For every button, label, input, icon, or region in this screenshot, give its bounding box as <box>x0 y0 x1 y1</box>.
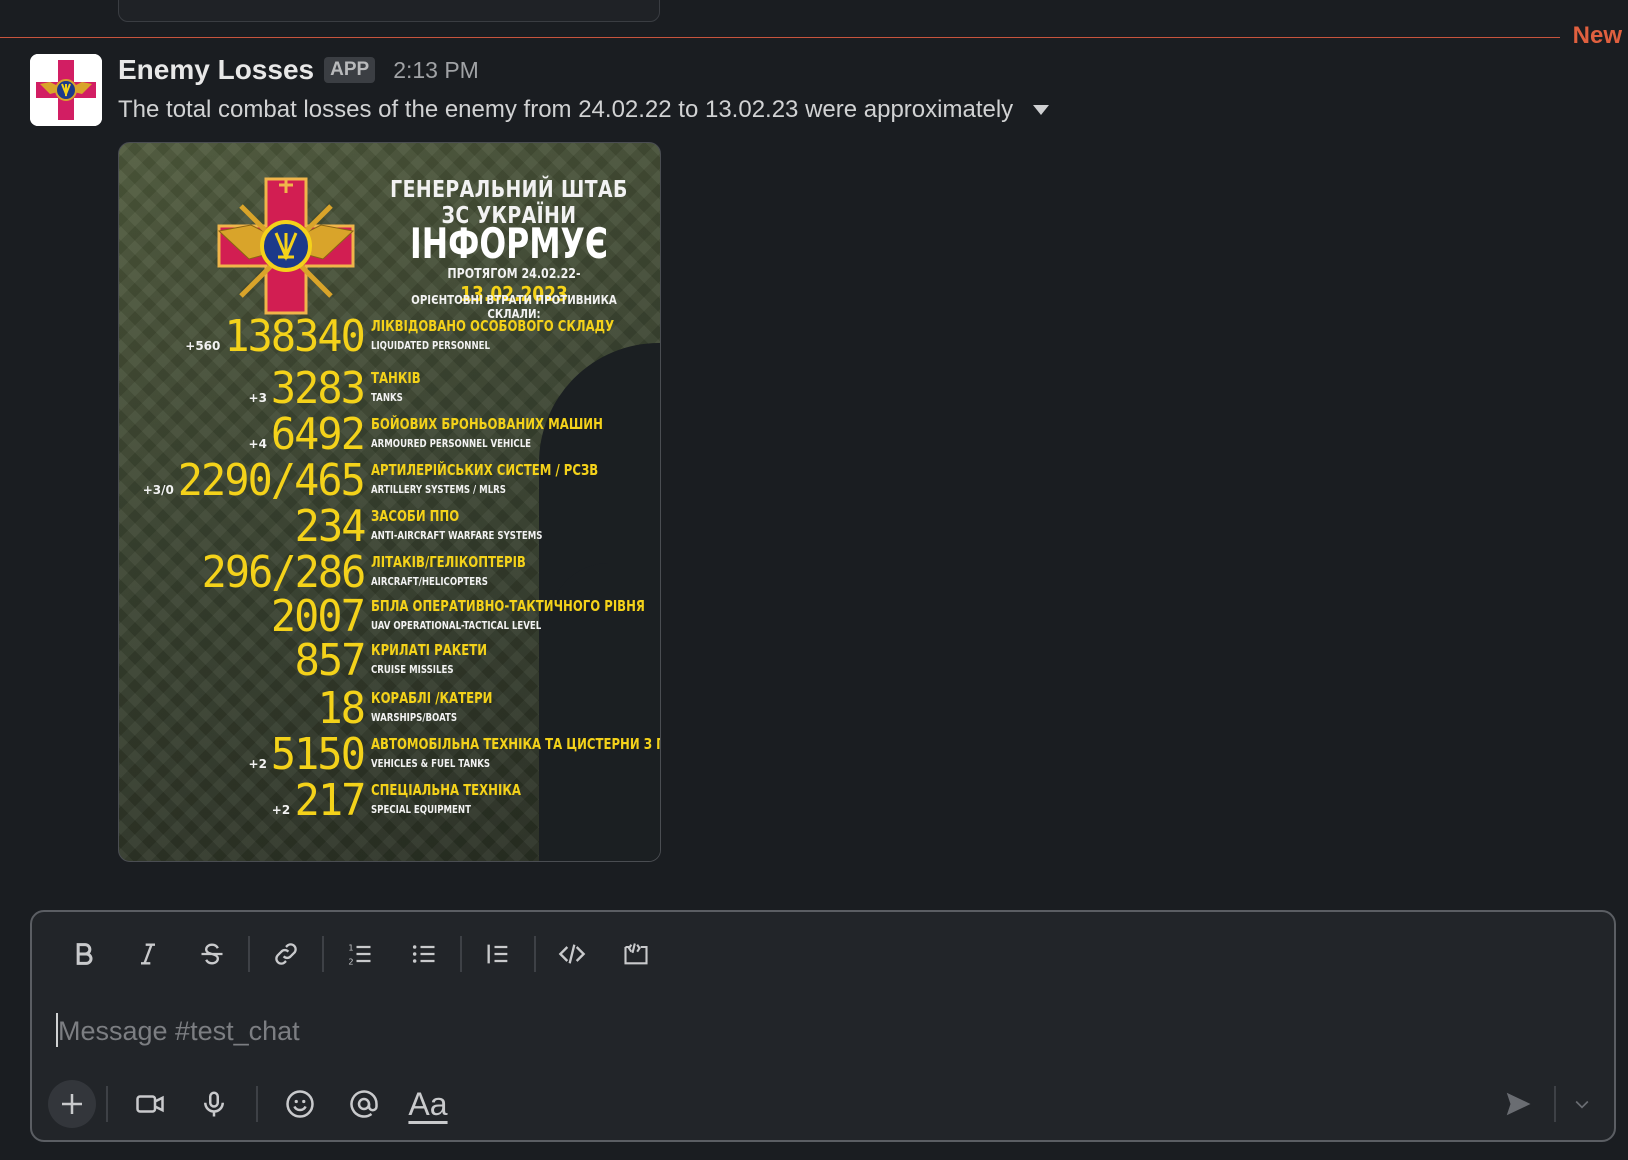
message-text: The total combat losses of the enemy fro… <box>118 96 1050 124</box>
stat-label-en: AIRCRAFT/HELICOPTERS <box>371 575 488 588</box>
composer-separator <box>256 1086 258 1122</box>
video-icon[interactable] <box>118 1080 182 1128</box>
stat-value: 2007 <box>270 591 366 642</box>
stat-delta: +3 <box>248 391 267 405</box>
stat-label-en: SPECIAL EQUIPMENT <box>371 803 471 816</box>
stat-value: 2290/465 <box>177 455 366 506</box>
stat-row: 18 КОРАБЛІ /КАТЕРИ WARSHIPS/BOATS <box>119 687 660 731</box>
mention-icon[interactable] <box>332 1080 396 1128</box>
stat-delta: +4 <box>248 437 267 451</box>
stat-row: 217 +2 СПЕЦІАЛЬНА ТЕХНІКА SPECIAL EQUIPMENT <box>119 779 660 823</box>
svg-text:1: 1 <box>348 943 353 953</box>
collapse-toggle-icon[interactable] <box>1033 105 1050 115</box>
send-separator <box>1554 1086 1556 1122</box>
stat-value: 5150 <box>270 729 366 780</box>
stat-label-ua: АРТИЛЕРІЙСЬКИХ СИСТЕМ / РСЗВ <box>371 461 599 479</box>
emoji-icon[interactable] <box>268 1080 332 1128</box>
stat-delta: +2 <box>271 803 291 817</box>
toolbar-separator <box>248 936 250 972</box>
toolbar-separator <box>534 936 536 972</box>
stat-label-ua: ТАНКІВ <box>371 369 421 387</box>
microphone-icon[interactable] <box>182 1080 246 1128</box>
formatting-label: Aa <box>408 1085 448 1122</box>
plus-icon[interactable] <box>48 1080 96 1128</box>
stat-value: 296/286 <box>201 547 366 598</box>
stat-value: 234 <box>294 501 366 552</box>
stat-label-ua: ЗАСОБИ ППО <box>371 507 460 525</box>
composer-separator <box>106 1086 108 1122</box>
stat-label-en: WARSHIPS/BOATS <box>371 711 458 724</box>
stat-row: 138340 +560 ЛІКВІДОВАНО ОСОБОВОГО СКЛАДУ LI… <box>119 315 660 359</box>
stat-label-en: TANKS <box>371 391 403 404</box>
stat-value: 857 <box>294 635 366 686</box>
message-timestamp[interactable]: 2:13 PM <box>393 57 479 84</box>
stat-value: 138340 <box>224 311 366 362</box>
stat-row: 857 КРИЛАТІ РАКЕТИ CRUISE MISSILES <box>119 639 660 683</box>
message-header: Enemy Losses APP 2:13 PM <box>118 52 479 88</box>
stat-label-ua: АВТОМОБІЛЬНА ТЕХНІКА ТА ЦИСТЕРНИ З ПММ <box>371 735 661 753</box>
stat-label-ua: СПЕЦІАЛЬНА ТЕХНІКА <box>371 781 521 799</box>
chevron-down-icon[interactable] <box>1564 1080 1600 1128</box>
message-input[interactable] <box>56 1008 1560 1054</box>
stat-value: 18 <box>317 683 365 734</box>
stat-value: 217 <box>294 775 366 826</box>
stat-delta: +560 <box>185 339 221 353</box>
general-staff-emblem-icon <box>217 177 355 315</box>
strikethrough-icon[interactable] <box>180 930 244 978</box>
stat-label-ua: БОЙОВИХ БРОНЬОВАНИХ МАШИН <box>371 415 603 433</box>
avatar[interactable] <box>30 54 102 126</box>
send-controls <box>1490 1080 1600 1128</box>
stat-label-ua: ЛІТАКІВ/ГЕЛІКОПТЕРІВ <box>371 553 526 571</box>
message-composer: 12 Message #test_chat Aa <box>30 910 1616 1142</box>
stat-label-ua: БПЛА ОПЕРАТИВНО-ТАКТИЧНОГО РІВНЯ <box>371 597 645 615</box>
stat-row: 3283 +3 ТАНКІВ TANKS <box>119 367 660 411</box>
stat-row: 5150 +2 АВТОМОБІЛЬНА ТЕХНІКА ТА ЦИСТЕРНИ З… <box>119 733 660 777</box>
svg-text:2: 2 <box>348 957 353 967</box>
stat-label-ua: КОРАБЛІ /КАТЕРИ <box>371 689 493 707</box>
stat-delta: +3/0 <box>142 483 174 497</box>
code-block-icon[interactable] <box>604 930 668 978</box>
formatting-icon[interactable]: Aa <box>396 1080 460 1128</box>
toolbar-separator <box>322 936 324 972</box>
period-prefix: ПРОТЯГОМ 24.02.22- <box>447 267 581 282</box>
previous-message-image[interactable] <box>118 0 660 22</box>
sender-name[interactable]: Enemy Losses <box>118 54 314 86</box>
italic-icon[interactable] <box>116 930 180 978</box>
stat-row: 296/286 ЛІТАКІВ/ГЕЛІКОПТЕРІВ AIRCRAFT/HELI… <box>119 551 660 595</box>
stat-value: 6492 <box>270 409 366 460</box>
stat-label-en: LIQUIDATED PERSONNEL <box>371 339 490 352</box>
send-icon[interactable] <box>1490 1080 1546 1128</box>
bold-icon[interactable] <box>52 930 116 978</box>
text-cursor <box>56 1013 58 1047</box>
new-messages-label: New <box>1564 22 1622 50</box>
ordered-list-icon[interactable]: 12 <box>328 930 392 978</box>
stat-row: 6492 +4 БОЙОВИХ БРОНЬОВАНИХ МАШИН ARMOURED … <box>119 413 660 457</box>
code-icon[interactable] <box>540 930 604 978</box>
emblem-icon <box>30 54 102 126</box>
stat-label-en: ARTILLERY SYSTEMS / MLRS <box>371 483 506 496</box>
stat-value: 3283 <box>270 363 366 414</box>
message-body: The total combat losses of the enemy fro… <box>118 96 1014 123</box>
stat-delta: +2 <box>248 757 267 771</box>
stat-label-en: ARMOURED PERSONNEL VEHICLE <box>371 437 532 450</box>
stat-label-en: CRUISE MISSILES <box>371 663 454 676</box>
blockquote-icon[interactable] <box>466 930 530 978</box>
formatting-toolbar: 12 <box>52 930 668 978</box>
bulleted-list-icon[interactable] <box>392 930 456 978</box>
stat-label-ua: КРИЛАТІ РАКЕТИ <box>371 641 488 659</box>
app-badge: APP <box>324 57 376 83</box>
link-icon[interactable] <box>254 930 318 978</box>
stat-label-en: ANTI-AIRCRAFT WARFARE SYSTEMS <box>371 529 543 542</box>
poster-subtitle: ІНФОРМУЄ <box>410 219 608 268</box>
stat-row: 2007 БПЛА ОПЕРАТИВНО-ТАКТИЧНОГО РІВНЯ UAV … <box>119 595 660 639</box>
stat-row: 2290/465 +3/0 АРТИЛЕРІЙСЬКИХ СИСТЕМ / РСЗВ… <box>119 459 660 503</box>
stat-label-ua: ЛІКВІДОВАНО ОСОБОВОГО СКЛАДУ <box>371 317 615 335</box>
composer-actions: Aa <box>48 1080 460 1128</box>
stat-label-en: VEHICLES & FUEL TANKS <box>371 757 491 770</box>
losses-infographic-image[interactable]: ГЕНЕРАЛЬНИЙ ШТАБ ЗС УКРАЇНИ ІНФОРМУЄ ПРО… <box>118 142 661 862</box>
stat-label-en: UAV OPERATIONAL-TACTICAL LEVEL <box>371 619 542 632</box>
toolbar-separator <box>460 936 462 972</box>
new-messages-divider <box>0 37 1560 38</box>
stat-row: 234 ЗАСОБИ ППО ANTI-AIRCRAFT WARFARE SYSTE… <box>119 505 660 549</box>
